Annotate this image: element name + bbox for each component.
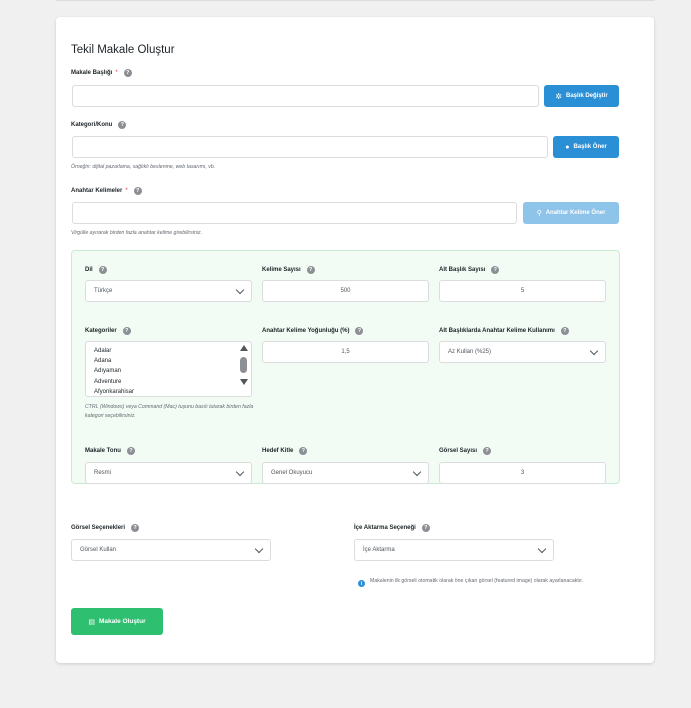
info-note: i Makalenin ilk görseli otomatik olarak … <box>358 577 610 587</box>
list-item[interactable]: Adıyaman <box>94 366 251 376</box>
keywords-input[interactable] <box>72 202 517 224</box>
image-options-select[interactable]: Görsel Kullan <box>71 539 271 561</box>
image-count-input[interactable]: 3 <box>439 462 606 484</box>
chevron-down-icon <box>537 544 547 553</box>
subheading-count-label: Alt Başlık Sayısı ? <box>439 266 500 274</box>
info-icon: i <box>358 580 365 587</box>
tone-select[interactable]: Resmi <box>85 462 252 484</box>
scroll-down-icon[interactable] <box>239 379 248 385</box>
help-icon[interactable]: ? <box>126 447 135 455</box>
list-item[interactable]: Adalar <box>94 346 251 356</box>
scroll-up-icon[interactable] <box>239 345 248 351</box>
keywords-hint: Virgülle ayırarak birden fazla anahtar k… <box>71 230 203 236</box>
document-icon: ▤ <box>88 618 95 626</box>
audience-select[interactable]: Genel Okuyucu <box>262 462 429 484</box>
create-article-button[interactable]: ▤ Makale Oluştur <box>71 608 163 635</box>
help-icon[interactable]: ? <box>123 69 132 77</box>
image-count-label: Görsel Sayısı ? <box>439 447 492 455</box>
settings-panel: Dil ? Türkçe Kelime Sayısı ? 500 Alt Baş… <box>71 250 620 484</box>
help-icon[interactable]: ? <box>560 327 569 335</box>
list-item[interactable]: Afyonkarahisar <box>94 387 251 396</box>
chevron-down-icon <box>589 346 599 355</box>
help-icon[interactable]: ? <box>483 447 492 455</box>
top-divider <box>56 0 655 1</box>
search-icon: ⚲ <box>536 210 542 217</box>
scrollbar[interactable] <box>239 345 248 393</box>
help-icon[interactable]: ? <box>131 524 140 532</box>
category-topic-label: Kategori/Konu ? <box>71 121 127 129</box>
help-icon[interactable]: ? <box>299 447 308 455</box>
language-select[interactable]: Türkçe <box>85 280 252 302</box>
subheading-count-input[interactable]: 5 <box>439 280 606 302</box>
help-icon[interactable]: ? <box>122 327 131 335</box>
import-option-label: İçe Aktarma Seçeneği ? <box>354 524 430 532</box>
help-icon[interactable]: ? <box>491 266 500 274</box>
keyword-density-label: Anahtar Kelime Yoğunluğu (%) ? <box>262 327 364 335</box>
article-title-label: Makale Başlığı * ? <box>71 69 132 77</box>
help-icon[interactable]: ? <box>118 121 127 129</box>
help-icon[interactable]: ? <box>306 266 315 274</box>
subheading-keyword-usage-select[interactable]: Az Kullan (%25) <box>439 341 606 363</box>
keyword-density-input[interactable]: 1,5 <box>262 341 429 363</box>
chevron-down-icon <box>254 544 264 553</box>
page-title: Tekil Makale Oluştur <box>71 44 175 56</box>
help-icon[interactable]: ? <box>98 266 107 274</box>
word-count-label: Kelime Sayısı ? <box>262 266 315 274</box>
language-label: Dil ? <box>85 266 107 274</box>
categories-hint: CTRL (Windows) veya Command (Mac) tuşunu… <box>85 404 254 419</box>
article-title-input[interactable] <box>72 85 539 107</box>
list-item[interactable]: Adventure <box>94 377 251 387</box>
help-icon[interactable]: ? <box>421 524 430 532</box>
help-icon[interactable]: ? <box>133 187 142 195</box>
chevron-down-icon <box>235 467 245 476</box>
category-topic-hint: Örneğin: dijital pazarlama, sağlıklı bes… <box>71 164 216 170</box>
lightbulb-icon: ● <box>565 143 570 151</box>
scroll-thumb[interactable] <box>240 357 247 373</box>
suggest-keyword-button[interactable]: ⚲ Anahtar Kelime Öner <box>523 202 619 224</box>
chevron-down-icon <box>235 285 245 294</box>
category-topic-input[interactable] <box>72 136 548 158</box>
subheading-keyword-usage-label: Alt Başlıklarda Anahtar Kelime Kullanımı… <box>439 327 569 335</box>
import-option-select[interactable]: İçe Aktarma <box>354 539 554 561</box>
chevron-down-icon <box>412 467 422 476</box>
categories-label: Kategoriler ? <box>85 327 131 335</box>
list-item[interactable]: Adana <box>94 356 251 366</box>
word-count-input[interactable]: 500 <box>262 280 429 302</box>
form-card: Tekil Makale Oluştur Makale Başlığı * ? … <box>56 17 654 663</box>
tone-label: Makale Tonu ? <box>85 447 135 455</box>
image-options-label: Görsel Seçenekleri ? <box>71 524 140 532</box>
categories-multiselect[interactable]: Adalar Adana Adıyaman Adventure Afyonkar… <box>85 341 252 397</box>
help-icon[interactable]: ? <box>355 327 364 335</box>
audience-label: Hedef Kitle ? <box>262 447 308 455</box>
gear-icon: ✲ <box>555 91 562 101</box>
keywords-label: Anahtar Kelimeler * ? <box>71 187 142 195</box>
suggest-title-button[interactable]: ● Başlık Öner <box>553 136 619 158</box>
change-title-button[interactable]: ✲ Başlık Değiştir <box>544 85 619 107</box>
